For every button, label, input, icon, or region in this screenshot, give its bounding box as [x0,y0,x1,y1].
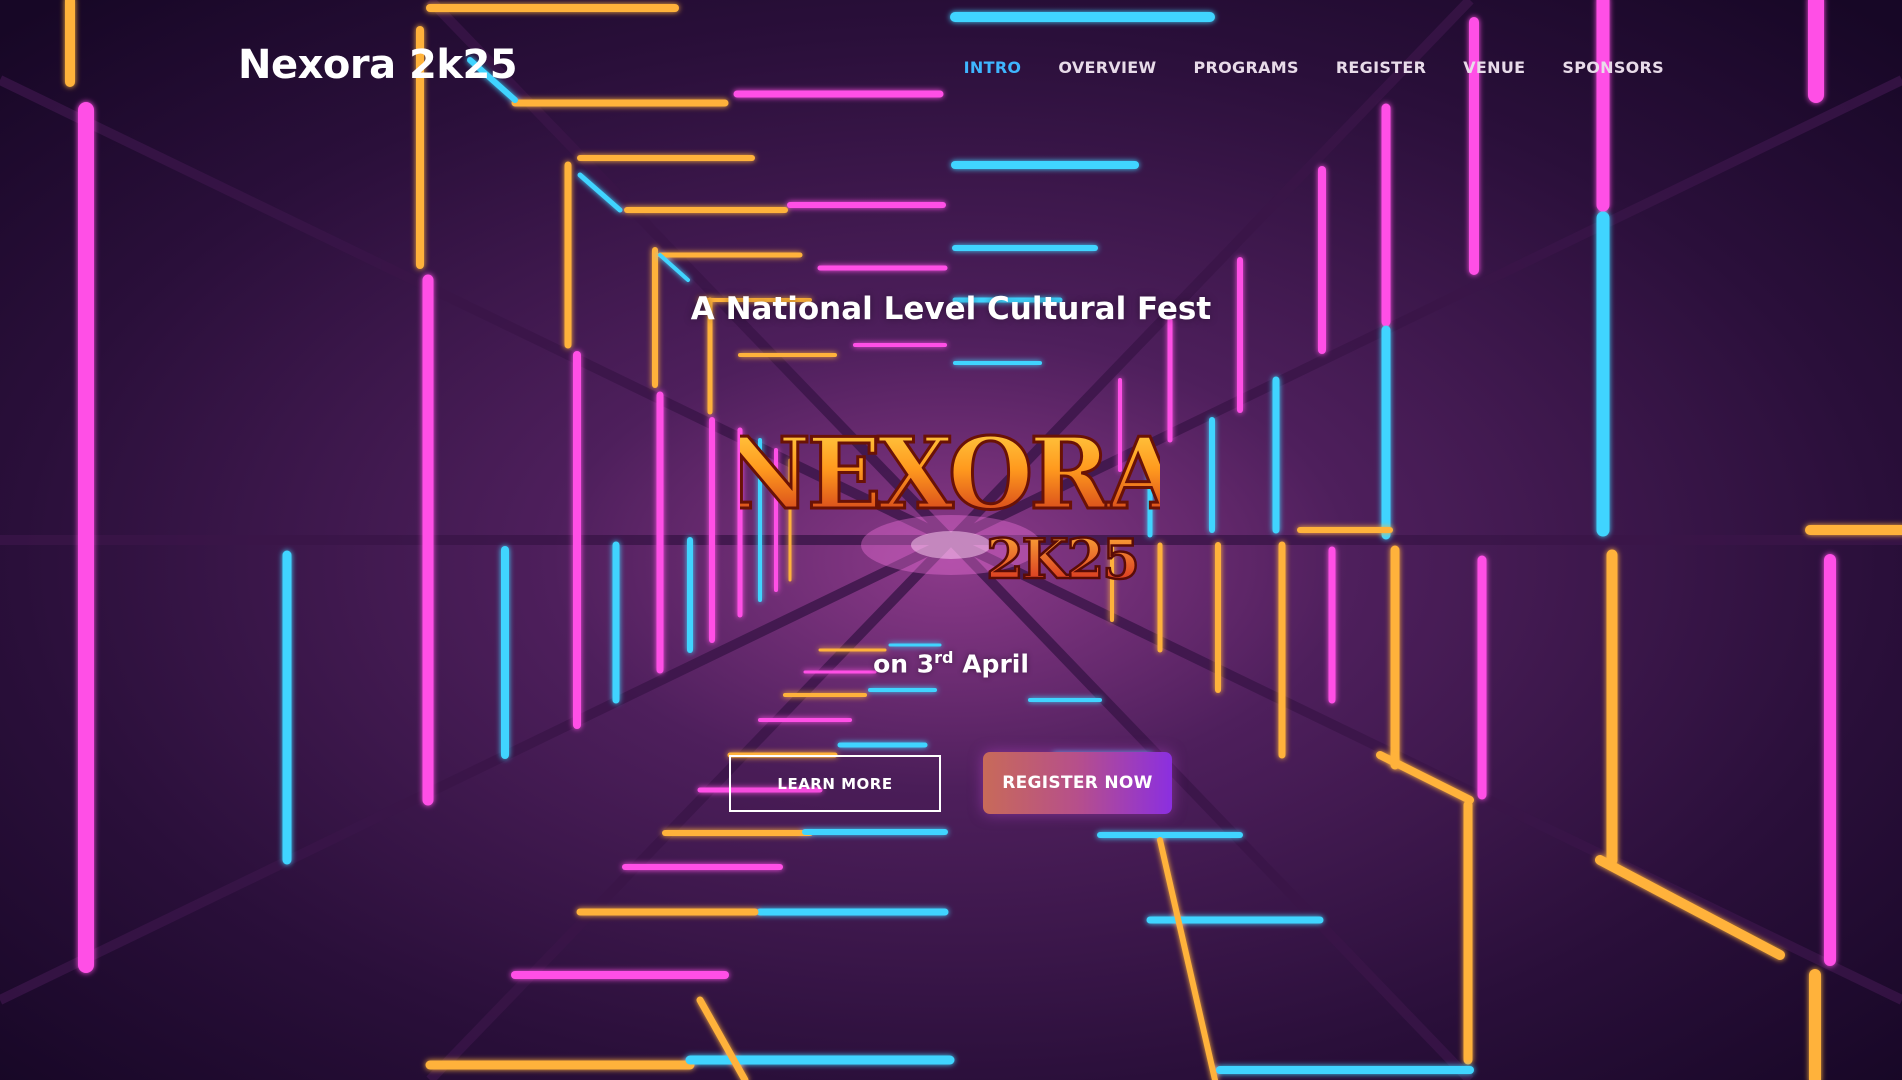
learn-more-button[interactable]: LEARN MORE [729,755,941,812]
nav-sponsors[interactable]: SPONSORS [1562,58,1664,77]
nav-overview[interactable]: OVERVIEW [1058,58,1156,77]
nav-intro[interactable]: INTRO [964,58,1022,77]
site-header: Nexora 2k25 INTRO OVERVIEW PROGRAMS REGI… [0,0,1902,140]
nav-programs[interactable]: PROGRAMS [1193,58,1298,77]
nav-register[interactable]: REGISTER [1336,58,1426,77]
event-date-prefix: on 3 [873,649,935,679]
event-date: on 3rd April [0,648,1902,678]
logo-year: 2K25 [986,527,1138,591]
page: Nexora 2k25 INTRO OVERVIEW PROGRAMS REGI… [0,0,1902,1080]
event-date-month: April [953,649,1029,679]
hero-subtitle: A National Level Cultural Fest [690,291,1212,327]
main-nav: INTRO OVERVIEW PROGRAMS REGISTER VENUE S… [927,58,1664,77]
brand-logo-text[interactable]: Nexora 2k25 [238,42,518,88]
nexora-2k25-logo: NEXORA 2K25 [740,416,1160,593]
nav-venue[interactable]: VENUE [1463,58,1525,77]
event-date-ordinal: rd [934,648,954,667]
register-now-button[interactable]: REGISTER NOW [983,752,1172,814]
logo-word: NEXORA [740,417,1160,532]
